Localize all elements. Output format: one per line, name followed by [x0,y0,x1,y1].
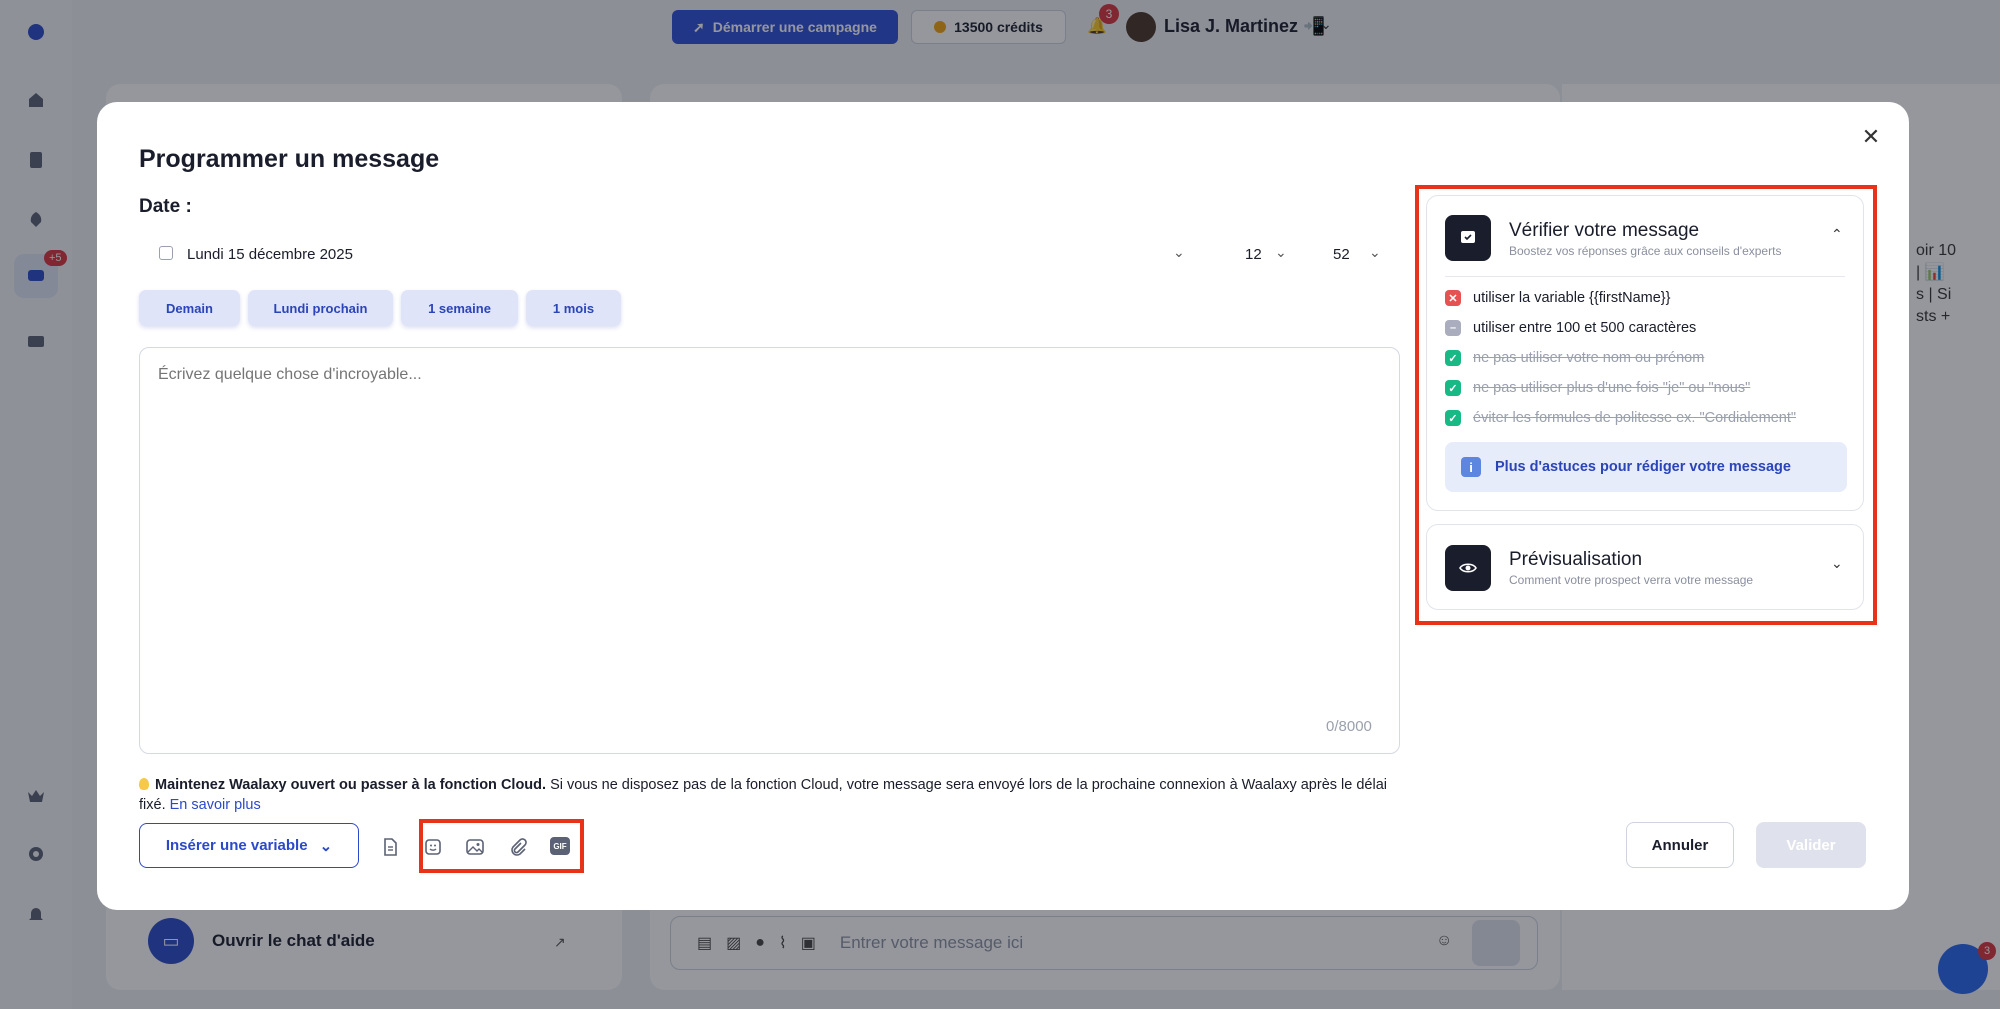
preview-card-title: Prévisualisation [1509,549,1643,570]
learn-more-link[interactable]: En savoir plus [170,797,261,813]
verify-card-subtitle: Boostez vos réponses grâce aux conseils … [1509,244,1782,258]
lightbulb-icon [139,778,149,790]
close-icon[interactable]: ✕ [1856,122,1886,152]
cancel-button[interactable]: Annuler [1626,822,1734,868]
message-check-icon [1445,215,1491,261]
writing-tips-button[interactable]: i Plus d'astuces pour rédiger votre mess… [1445,442,1847,492]
template-icon[interactable] [378,835,402,859]
minute-chevron-down-icon[interactable]: ⌄ [1369,244,1381,261]
chevron-down-icon[interactable]: ⌄ [1831,555,1843,572]
image-icon[interactable] [463,835,487,859]
eye-icon [1445,545,1491,591]
insert-variable-button[interactable]: Insérer une variable ⌄ [139,823,359,868]
cloud-notice: Maintenez Waalaxy ouvert ou passer à la … [139,777,1387,813]
emoji-icon[interactable] [421,835,445,859]
quick-date-tomorrow[interactable]: Demain [139,290,240,326]
check-icon: ✓ [1445,350,1461,366]
check-item-no-name: ✓ ne pas utiliser votre nom ou prénom [1445,350,1704,366]
date-chevron-down-icon[interactable]: ⌄ [1173,244,1185,261]
date-picker-row: Lundi 15 décembre 2025 ⌄ 12 ⌄ 52 ⌄ [139,234,1399,274]
preview-card[interactable]: Prévisualisation Comment votre prospect … [1426,524,1864,610]
hour-select[interactable]: 12 [1245,246,1262,263]
verify-card-title: Vérifier votre message [1509,220,1700,241]
quick-date-one-week[interactable]: 1 semaine [401,290,518,326]
chevron-down-icon: ⌄ [319,837,333,855]
check-item-je-nous: ✓ ne pas utiliser plus d'une fois "je" o… [1445,380,1750,396]
preview-card-subtitle: Comment votre prospect verra votre messa… [1509,573,1754,587]
dash-icon: – [1445,320,1461,336]
message-textarea[interactable] [139,347,1400,754]
verify-message-card: Vérifier votre message Boostez vos répon… [1426,195,1864,511]
info-icon: i [1461,457,1481,477]
check-item-firstname: ✕ utiliser la variable {{firstName}} [1445,290,1670,306]
card-divider [1445,276,1845,277]
cross-icon: ✕ [1445,290,1461,306]
date-select[interactable]: Lundi 15 décembre 2025 [187,246,353,263]
calendar-icon [159,246,173,260]
minute-select[interactable]: 52 [1333,246,1350,263]
chevron-up-icon[interactable]: ⌃ [1831,226,1843,243]
date-label: Date : [139,196,192,217]
hour-chevron-down-icon[interactable]: ⌄ [1275,244,1287,261]
check-icon: ✓ [1445,380,1461,396]
check-icon: ✓ [1445,410,1461,426]
check-item-length: – utiliser entre 100 et 500 caractères [1445,320,1696,336]
modal-title: Programmer un message [139,145,440,173]
attachment-icon[interactable] [506,835,530,859]
validate-button[interactable]: Valider [1756,822,1866,868]
quick-date-one-month[interactable]: 1 mois [526,290,621,326]
char-counter: 0/8000 [1326,718,1372,735]
gif-icon[interactable]: GIF [550,837,570,855]
check-item-politeness: ✓ éviter les formules de politesse ex. "… [1445,410,1796,426]
quick-date-next-monday[interactable]: Lundi prochain [248,290,393,326]
